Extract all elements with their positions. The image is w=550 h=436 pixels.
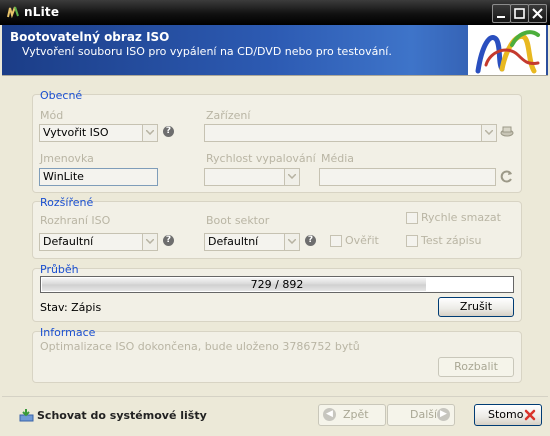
burn-speed-dropdown-arrow[interactable] [284, 169, 299, 185]
volume-label-label: Jmenovka [40, 152, 94, 165]
mode-select[interactable]: Vytvořit ISO [39, 124, 158, 142]
title-bar: nLite [0, 0, 550, 25]
device-select[interactable] [204, 124, 497, 142]
test-write-checkbox[interactable] [406, 235, 418, 247]
iso-interface-label: Rozhraní ISO [40, 214, 111, 227]
close-button[interactable] [528, 4, 547, 23]
stop-button[interactable]: Stomo [474, 404, 542, 426]
mode-value: Vytvořit ISO [43, 126, 109, 139]
close-x-icon [524, 409, 536, 421]
minimize-icon [497, 16, 505, 18]
boot-sector-help-icon[interactable]: ? [305, 235, 316, 246]
mode-help-icon[interactable]: ? [163, 126, 174, 137]
device-dropdown-arrow[interactable] [481, 125, 496, 141]
header-divider [2, 75, 548, 76]
device-label: Zařízení [206, 109, 251, 122]
refresh-icon[interactable] [500, 169, 514, 183]
quick-erase-label: Rychle smazat [421, 211, 501, 224]
volume-label-value: WinLite [43, 170, 84, 183]
quick-erase-checkbox[interactable] [406, 212, 418, 224]
minimize-button[interactable] [492, 4, 511, 23]
nlite-banner-logo [468, 25, 546, 75]
progress-bar: 729 / 892 [40, 276, 514, 293]
boot-sector-select[interactable]: Defaultní [204, 233, 300, 251]
burn-speed-select[interactable] [204, 168, 300, 186]
header-banner: Bootovatelný obraz ISO Vytvoření souboru… [2, 25, 548, 75]
progress-group-title: Průběh [40, 263, 79, 276]
info-group-title: Informace [40, 326, 96, 339]
back-label: Zpět [343, 408, 369, 421]
iso-interface-value: Defaultní [43, 235, 94, 248]
chevron-down-icon [146, 239, 154, 244]
mode-label: Mód [40, 109, 64, 122]
nlite-window: nLite Bootovatelný obraz ISO Vytvoření s… [0, 0, 550, 436]
media-label: Média [321, 152, 355, 165]
general-group-title: Obecné [40, 89, 83, 102]
disc-drive-icon[interactable] [500, 124, 514, 138]
chevron-down-icon [485, 130, 493, 135]
nlite-n-logo-icon [475, 30, 540, 74]
status-text: Stav: Zápis [40, 301, 102, 314]
page-subtitle: Vytvoření souboru ISO pro vypálení na CD… [22, 45, 392, 58]
expand-button[interactable]: Rozbalit [438, 357, 514, 377]
next-button[interactable]: Další ▶ [387, 404, 455, 426]
progress-text: 729 / 892 [250, 278, 304, 291]
media-field[interactable] [319, 168, 496, 186]
close-icon [532, 8, 543, 19]
arrow-left-icon: ◀ [323, 408, 336, 421]
test-write-label: Test zápisu [421, 234, 482, 247]
advanced-group-title: Rozšířené [40, 196, 94, 209]
back-button[interactable]: ◀ Zpět [318, 404, 386, 426]
nlite-logo-icon [7, 6, 19, 19]
mode-dropdown-arrow[interactable] [142, 125, 157, 141]
arrow-right-icon: ▶ [437, 408, 450, 421]
chevron-down-icon [146, 130, 154, 135]
window-title: nLite [24, 5, 60, 19]
chevron-down-icon [288, 239, 296, 244]
iso-interface-select[interactable]: Defaultní [39, 233, 158, 251]
footer-divider [2, 396, 548, 397]
maximize-icon [514, 8, 525, 19]
verify-label: Ověřit [345, 234, 379, 247]
iso-interface-help-icon[interactable]: ? [163, 235, 174, 246]
maximize-button[interactable] [510, 4, 529, 23]
stop-label: Stomo [488, 408, 524, 421]
boot-sector-value: Defaultní [208, 235, 259, 248]
info-message: Optimalizace ISO dokončena, bude uloženo… [40, 340, 360, 353]
iso-interface-dropdown-arrow[interactable] [142, 234, 157, 250]
chevron-down-icon [288, 174, 296, 179]
boot-sector-label: Boot sektor [206, 214, 270, 227]
boot-sector-dropdown-arrow[interactable] [284, 234, 299, 250]
volume-label-field[interactable]: WinLite [39, 168, 158, 186]
next-label: Další [410, 408, 438, 421]
burn-speed-label: Rychlost vypalování [206, 152, 316, 165]
cancel-button[interactable]: Zrušit [438, 297, 514, 317]
tray-icon[interactable] [19, 408, 34, 422]
hide-to-tray-link[interactable]: Schovat do systémové lišty [37, 409, 207, 422]
page-title: Bootovatelný obraz ISO [10, 30, 170, 44]
verify-checkbox[interactable] [330, 235, 342, 247]
